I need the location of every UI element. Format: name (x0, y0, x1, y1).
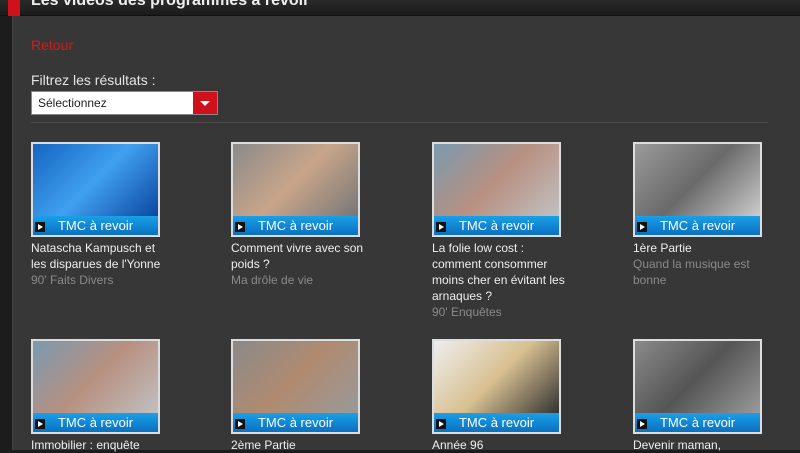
thumbnail-image (33, 144, 158, 216)
video-thumbnail[interactable]: TMC à revoir (231, 339, 360, 434)
thumbnail-band: TMC à revoir (33, 413, 158, 432)
thumbnail-image (635, 144, 760, 216)
video-thumbnail[interactable]: TMC à revoir (633, 339, 762, 434)
thumbnail-band: TMC à revoir (233, 413, 358, 432)
thumbnail-band: TMC à revoir (635, 413, 760, 432)
video-title[interactable]: 1ère Partie (633, 240, 773, 256)
video-card[interactable]: TMC à revoir La folie low cost : comment… (432, 142, 572, 320)
thumbnail-band: TMC à revoir (33, 216, 158, 235)
thumbnail-band: TMC à revoir (434, 216, 559, 235)
thumbnail-band: TMC à revoir (233, 216, 358, 235)
video-thumbnail[interactable]: TMC à revoir (31, 339, 160, 434)
thumbnail-image (233, 144, 358, 216)
video-program: Ma drôle de vie (231, 273, 314, 287)
band-label: TMC à revoir (659, 218, 736, 233)
band-label: TMC à revoir (659, 415, 736, 430)
video-card[interactable]: TMC à revoir Immobilier : enquête (31, 339, 171, 453)
thumbnail-image (434, 144, 559, 216)
play-icon (235, 419, 245, 429)
band-label: TMC à revoir (458, 218, 535, 233)
video-title[interactable]: La folie low cost : comment consommer mo… (432, 240, 572, 304)
video-title[interactable]: Comment vivre avec son poids ? (231, 240, 371, 272)
thumbnail-image (635, 341, 760, 413)
play-icon (637, 222, 647, 232)
thumbnail-band: TMC à revoir (635, 216, 760, 235)
video-title[interactable]: Immobilier : enquête (31, 437, 171, 453)
play-icon (35, 419, 45, 429)
page-title: Les vidéos des programmes à revoir (31, 0, 310, 9)
title-bar: Les vidéos des programmes à revoir (0, 0, 800, 16)
video-thumbnail[interactable]: TMC à revoir (633, 142, 762, 237)
play-icon (235, 222, 245, 232)
video-thumbnail[interactable]: TMC à revoir (432, 142, 561, 237)
video-card[interactable]: TMC à revoir Devenir maman, (633, 339, 773, 453)
title-accent (8, 0, 20, 16)
band-label: TMC à revoir (257, 218, 334, 233)
band-label: TMC à revoir (257, 415, 334, 430)
video-thumbnail[interactable]: TMC à revoir (231, 142, 360, 237)
chevron-down-icon (200, 100, 210, 106)
video-title[interactable]: Année 96 (432, 437, 572, 453)
play-icon (637, 419, 647, 429)
video-title[interactable]: Devenir maman, (633, 437, 773, 453)
video-card[interactable]: TMC à revoir Comment vivre avec son poid… (231, 142, 371, 288)
video-card[interactable]: TMC à revoir 1ère Partie Quand la musiqu… (633, 142, 773, 288)
thumbnail-band: TMC à revoir (434, 413, 559, 432)
divider (31, 122, 768, 123)
video-card[interactable]: TMC à revoir Année 96 (432, 339, 572, 453)
video-program: 90' Enquêtes (432, 305, 502, 319)
band-label: TMC à revoir (57, 415, 134, 430)
filter-label: Filtrez les résultats : (31, 72, 156, 88)
video-card[interactable]: TMC à revoir Natascha Kampusch et les di… (31, 142, 171, 288)
video-program: 90' Faits Divers (31, 273, 114, 287)
filter-selected: Sélectionnez (38, 96, 107, 110)
thumbnail-image (33, 341, 158, 413)
back-link[interactable]: Retour (31, 37, 73, 53)
thumbnail-image (233, 341, 358, 413)
band-label: TMC à revoir (57, 218, 134, 233)
video-card[interactable]: TMC à revoir 2ème Partie (231, 339, 371, 453)
filter-select[interactable]: Sélectionnez (31, 91, 218, 115)
video-title[interactable]: Natascha Kampusch et les disparues de l'… (31, 240, 171, 272)
video-thumbnail[interactable]: TMC à revoir (432, 339, 561, 434)
play-icon (436, 419, 446, 429)
band-label: TMC à revoir (458, 415, 535, 430)
play-icon (436, 222, 446, 232)
thumbnail-image (434, 341, 559, 413)
video-program: Quand la musique est bonne (633, 257, 750, 287)
video-title[interactable]: 2ème Partie (231, 437, 371, 453)
dropdown-button[interactable] (193, 92, 217, 114)
play-icon (35, 222, 45, 232)
video-thumbnail[interactable]: TMC à revoir (31, 142, 160, 237)
